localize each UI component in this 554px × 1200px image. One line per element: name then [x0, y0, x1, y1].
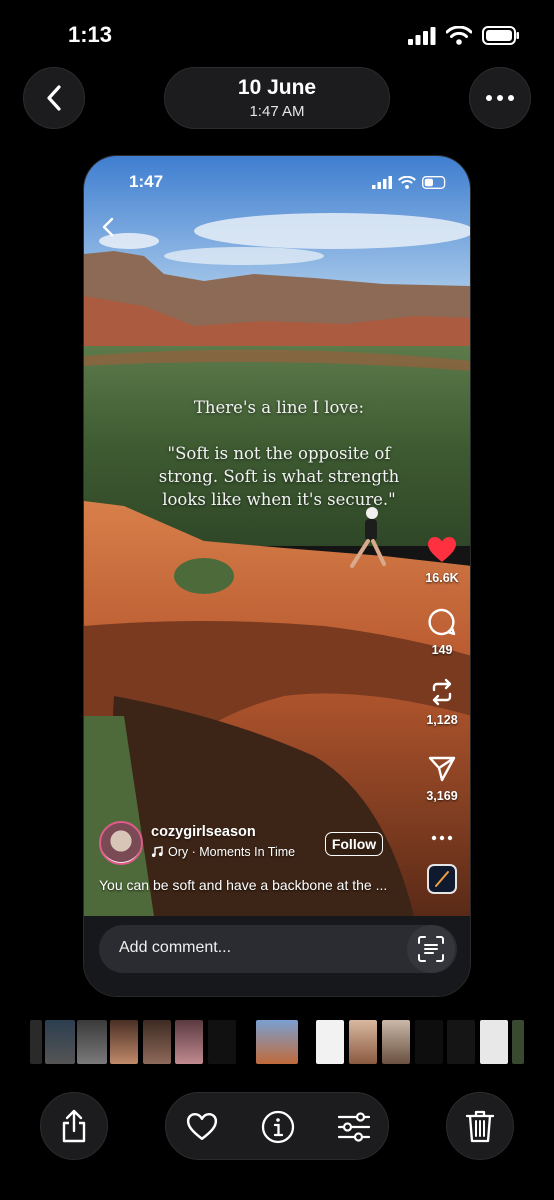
inner-back-icon — [102, 217, 114, 237]
share-button[interactable]: 3,169 — [412, 754, 470, 803]
heart-icon — [428, 537, 456, 562]
signal-icon — [372, 176, 392, 189]
post-more-button[interactable] — [412, 828, 470, 846]
adjust-icon — [337, 1112, 371, 1142]
thumbnail[interactable] — [480, 1020, 508, 1064]
send-icon — [428, 756, 456, 782]
wifi-icon — [398, 176, 416, 189]
heart-outline-icon — [186, 1112, 218, 1140]
comment-input[interactable]: Add comment... — [99, 925, 457, 973]
share-button[interactable] — [40, 1092, 108, 1160]
share-count: 3,169 — [426, 789, 458, 803]
thumbnail[interactable] — [447, 1020, 475, 1064]
inner-status-icons — [372, 176, 448, 189]
share-icon — [62, 1109, 86, 1143]
more-icon — [431, 835, 453, 841]
battery-icon — [422, 176, 446, 189]
screenshot-preview[interactable]: 1:47 There's a line I love: "Soft is not… — [83, 155, 471, 997]
thumbnail-selected[interactable] — [256, 1020, 298, 1064]
comment-placeholder: Add comment... — [119, 939, 232, 956]
comment-icon — [428, 608, 456, 636]
more-button[interactable] — [469, 67, 531, 129]
app-shortcut-icon[interactable] — [427, 864, 457, 894]
info-button[interactable] — [260, 1109, 296, 1145]
thumbnail-strip[interactable] — [0, 1020, 554, 1066]
back-button[interactable] — [23, 67, 85, 129]
thumbnail[interactable] — [415, 1020, 443, 1064]
inner-status-bar: 1:47 — [84, 156, 470, 206]
thumbnail[interactable] — [512, 1020, 524, 1064]
inner-time: 1:47 — [129, 172, 164, 191]
repost-icon — [432, 678, 452, 706]
edit-button[interactable] — [336, 1109, 372, 1145]
username[interactable]: cozygirlseason — [151, 824, 256, 840]
back-icon — [47, 85, 61, 111]
delete-button[interactable] — [446, 1092, 514, 1160]
photo-date: 10 June — [237, 76, 317, 99]
thumbnail[interactable] — [382, 1020, 410, 1064]
quote-text: There's a line I love: "Soft is not the … — [158, 398, 400, 509]
thumbnail[interactable] — [30, 1020, 42, 1064]
caption[interactable]: You can be soft and have a backbone at t… — [99, 877, 419, 893]
thumbnail[interactable] — [77, 1020, 107, 1064]
favorite-button[interactable] — [184, 1109, 220, 1145]
status-time: 1:13 — [68, 22, 113, 47]
thumbnail[interactable] — [110, 1020, 138, 1064]
photo-time: 1:47 AM — [249, 103, 305, 120]
repost-button[interactable]: 1,128 — [412, 678, 470, 727]
comment-bar: Add comment... — [84, 916, 470, 996]
info-icon — [261, 1110, 295, 1144]
status-bar: 1:13 — [0, 0, 554, 72]
repost-count: 1,128 — [426, 713, 458, 727]
scan-text-button[interactable] — [407, 925, 455, 973]
avatar[interactable] — [99, 821, 143, 865]
like-count: 16.6K — [425, 571, 459, 585]
status-icons — [408, 26, 520, 45]
photo-actions — [165, 1092, 389, 1160]
comment-button[interactable]: 149 — [412, 608, 470, 657]
music-text: Ory · Moments In Time — [168, 845, 296, 859]
scan-text-icon — [418, 936, 444, 962]
like-button[interactable]: 16.6K — [412, 536, 470, 585]
thumbnail[interactable] — [208, 1020, 236, 1064]
thumbnail[interactable] — [143, 1020, 171, 1064]
thumbnail[interactable] — [349, 1020, 377, 1064]
follow-button[interactable]: Follow — [325, 832, 383, 856]
signal-icon — [408, 26, 436, 45]
date-title: 10 June 1:47 AM — [164, 67, 390, 129]
music-note-icon — [151, 846, 163, 857]
thumbnail[interactable] — [45, 1020, 75, 1064]
pencil-stroke-icon — [435, 871, 449, 887]
trash-icon — [465, 1110, 495, 1143]
battery-icon — [482, 26, 519, 45]
more-icon — [486, 95, 514, 101]
comment-count: 149 — [431, 643, 453, 657]
music-label[interactable]: Ory · Moments In Time — [151, 845, 295, 859]
thumbnail[interactable] — [175, 1020, 203, 1064]
thumbnail[interactable] — [316, 1020, 344, 1064]
wifi-icon — [446, 26, 472, 45]
